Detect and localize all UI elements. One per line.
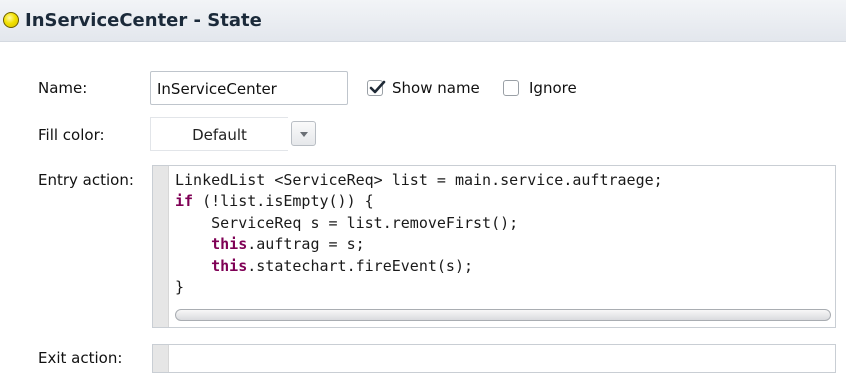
code-line: (!list.isEmpty()) { — [193, 192, 374, 211]
checkmark-icon — [369, 80, 386, 94]
horizontal-scrollbar[interactable] — [175, 309, 831, 321]
name-label: Name: — [38, 79, 88, 97]
name-field[interactable]: InServiceCenter — [150, 71, 348, 105]
keyword-this: this — [211, 256, 248, 275]
ignore-label[interactable]: Ignore — [529, 79, 577, 97]
keyword-this: this — [211, 235, 248, 254]
fill-color-select[interactable]: Default — [150, 117, 288, 151]
properties-header: InServiceCenter - State — [0, 0, 846, 42]
entry-action-code[interactable]: LinkedList <ServiceReq> list = main.serv… — [175, 170, 663, 298]
fill-color-dropdown-button[interactable] — [291, 121, 316, 146]
code-line: .auftrag = s; — [247, 235, 365, 254]
fill-color-label: Fill color: — [38, 126, 105, 144]
code-line: .statechart.fireEvent(s); — [247, 256, 474, 275]
exit-action-label: Exit action: — [38, 349, 123, 367]
show-name-checkbox[interactable] — [367, 80, 386, 96]
ignore-checkbox[interactable] — [503, 80, 519, 96]
state-oval-icon — [3, 12, 19, 28]
code-line: ServiceReq s = list.removeFirst(); — [175, 213, 519, 232]
exit-action-editor[interactable] — [152, 344, 836, 373]
page-title: InServiceCenter - State — [25, 10, 262, 31]
editor-gutter — [153, 345, 169, 372]
code-line: LinkedList <ServiceReq> list = main.serv… — [175, 171, 663, 189]
entry-action-editor[interactable]: LinkedList <ServiceReq> list = main.serv… — [152, 165, 836, 328]
show-name-label[interactable]: Show name — [392, 79, 480, 97]
editor-gutter — [153, 166, 169, 327]
entry-action-label: Entry action: — [38, 171, 134, 189]
keyword-if: if — [175, 192, 194, 211]
code-line: } — [175, 278, 185, 297]
